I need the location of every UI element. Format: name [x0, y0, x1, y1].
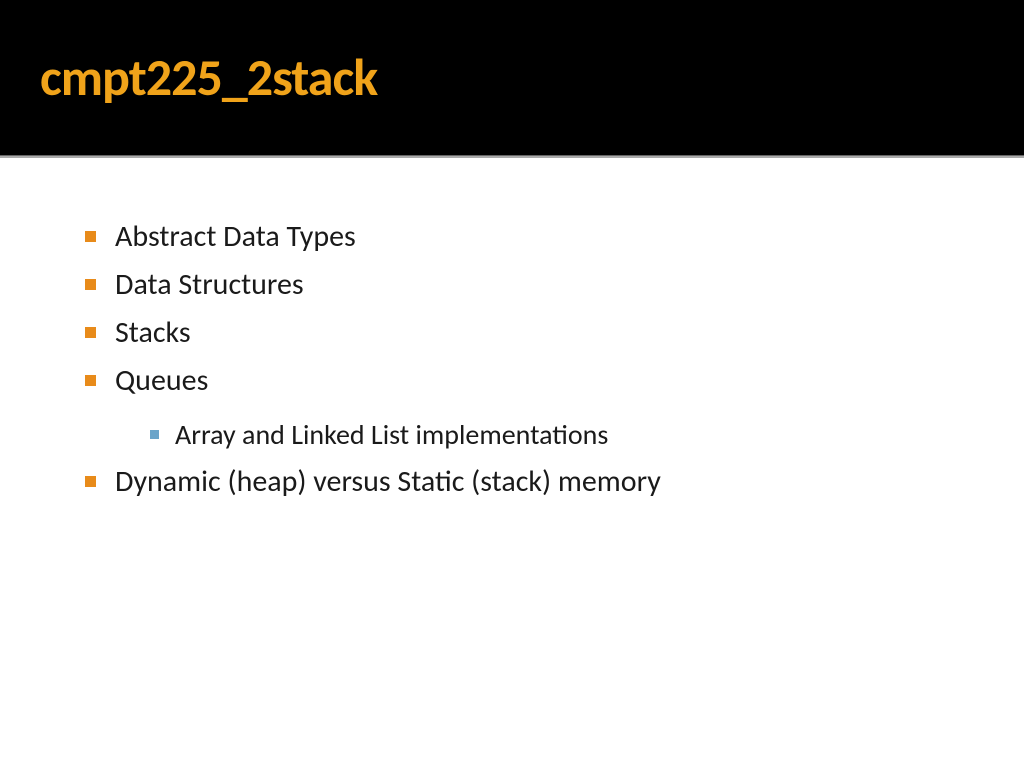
sub-list-item: Array and Linked List implementations	[140, 413, 964, 458]
slide-title: cmpt225_2stack	[40, 45, 377, 109]
list-item: Queues Array and Linked List implementat…	[75, 357, 964, 458]
title-bar: cmpt225_2stack	[0, 0, 1024, 155]
list-item-text: Stacks	[115, 314, 191, 351]
bullet-list: Abstract Data Types Data Structures Stac…	[75, 213, 964, 506]
list-item: Data Structures	[75, 261, 964, 309]
list-item: Dynamic (heap) versus Static (stack) mem…	[75, 458, 964, 506]
list-item-text: Data Structures	[115, 266, 304, 303]
list-item: Stacks	[75, 309, 964, 357]
list-item-text: Queues	[115, 362, 208, 399]
sub-list: Array and Linked List implementations	[140, 413, 964, 458]
sub-list-item-text: Array and Linked List implementations	[175, 417, 608, 452]
list-item-text: Dynamic (heap) versus Static (stack) mem…	[115, 463, 661, 500]
slide-content: Abstract Data Types Data Structures Stac…	[0, 158, 1024, 506]
list-item-text: Abstract Data Types	[115, 218, 356, 255]
list-item: Abstract Data Types	[75, 213, 964, 261]
